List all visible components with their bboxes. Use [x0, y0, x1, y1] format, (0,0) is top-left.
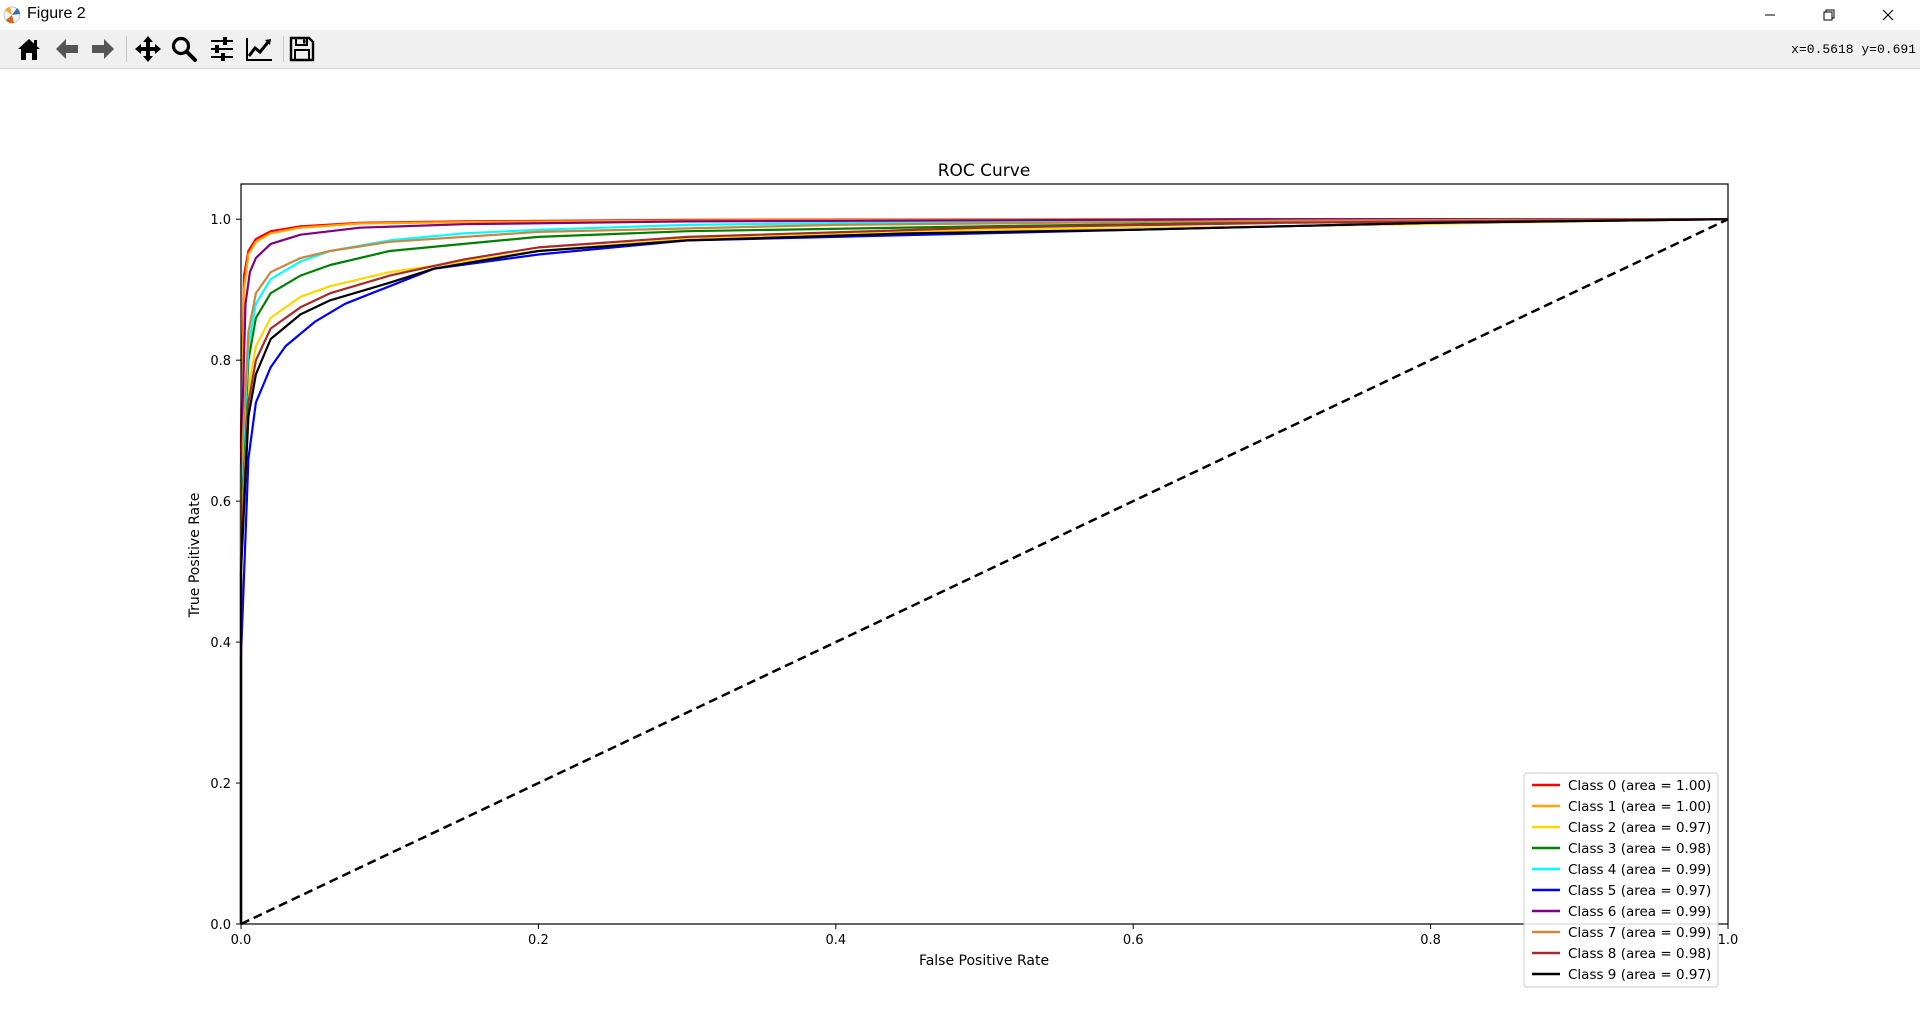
pan-button[interactable]	[131, 32, 165, 66]
minimize-button[interactable]	[1741, 0, 1799, 30]
legend-label: Class 3 (area = 0.98)	[1568, 841, 1711, 857]
y-tick-label: 0.2	[210, 777, 231, 792]
legend-label: Class 7 (area = 0.99)	[1568, 925, 1711, 941]
restore-icon	[1823, 9, 1835, 21]
legend-label: Class 1 (area = 1.00)	[1568, 799, 1711, 815]
figure-canvas[interactable]: ROC Curve 0.0 0.2 0.4 0.6 0.8 1.0 0.0 0.2 0.4 0.…	[0, 69, 1920, 1030]
floppy-disk-icon	[289, 36, 315, 62]
legend-label: Class 8 (area = 0.98)	[1568, 946, 1711, 962]
sliders-icon	[211, 37, 233, 61]
toolbar-separator	[126, 36, 127, 62]
x-tick-label: 0.0	[231, 933, 252, 948]
legend-label: Class 4 (area = 0.99)	[1568, 862, 1711, 878]
y-axis-label: True Positive Rate	[187, 493, 203, 619]
x-tick-label: 0.8	[1420, 933, 1441, 948]
matplotlib-app-icon	[2, 5, 22, 25]
y-tick-label: 1.0	[210, 213, 231, 228]
line-chart-icon	[246, 38, 272, 61]
restore-button[interactable]	[1800, 0, 1858, 30]
x-tick-label: 0.4	[825, 933, 846, 948]
chart-title: ROC Curve	[938, 161, 1031, 181]
arrow-right-icon	[92, 39, 114, 59]
x-axis-label: False Positive Rate	[919, 953, 1049, 969]
y-tick-label: 0.4	[210, 636, 231, 651]
move-icon	[135, 36, 161, 62]
minimize-icon	[1765, 14, 1775, 16]
save-button[interactable]	[285, 32, 319, 66]
x-tick-label: 0.2	[528, 933, 549, 948]
toolbar-separator	[283, 36, 284, 62]
magnifier-icon	[171, 36, 197, 62]
diagonal-reference-line	[240, 218, 1729, 926]
home-button[interactable]	[12, 32, 46, 66]
back-button[interactable]	[50, 32, 84, 66]
title-bar: Figure 2	[0, 0, 1920, 30]
axes-frame	[240, 183, 1729, 925]
roc-chart: ROC Curve 0.0 0.2 0.4 0.6 0.8 1.0 0.00.20.40.…	[187, 161, 1739, 988]
y-tick-label: 0.6	[210, 495, 231, 510]
legend-label: Class 6 (area = 0.99)	[1568, 904, 1711, 920]
close-icon	[1882, 9, 1894, 21]
plot-lines	[239, 218, 1729, 926]
x-tick-label: 1.0	[1718, 933, 1739, 948]
x-tick-label: 0.6	[1123, 933, 1144, 948]
arrow-left-icon	[56, 39, 78, 59]
home-icon	[18, 39, 40, 60]
y-tick-label: 0.0	[210, 918, 231, 933]
forward-button[interactable]	[86, 32, 120, 66]
y-tick-label: 0.8	[210, 354, 231, 369]
window-title: Figure 2	[27, 5, 86, 22]
legend-label: Class 9 (area = 0.97)	[1568, 967, 1711, 983]
y-axis-ticks: 0.0 0.2 0.4 0.6 0.8 1.0	[210, 213, 241, 933]
zoom-button[interactable]	[167, 32, 201, 66]
legend-label: Class 5 (area = 0.97)	[1568, 883, 1711, 899]
edit-axis-button[interactable]	[242, 32, 276, 66]
legend-label: Class 2 (area = 0.97)	[1568, 820, 1711, 836]
legend: Class 0 (area = 1.00) Class 1 (area = 1.0…	[1523, 772, 1719, 988]
legend-label: Class 0 (area = 1.00)	[1568, 778, 1711, 794]
navigation-toolbar: x=0.5618 y=0.691	[0, 30, 1920, 69]
cursor-coordinates: x=0.5618 y=0.691	[1791, 42, 1916, 57]
x-axis-ticks: 0.0 0.2 0.4 0.6 0.8 1.0	[231, 924, 1739, 948]
configure-subplots-button[interactable]	[205, 32, 239, 66]
close-button[interactable]	[1859, 0, 1917, 30]
